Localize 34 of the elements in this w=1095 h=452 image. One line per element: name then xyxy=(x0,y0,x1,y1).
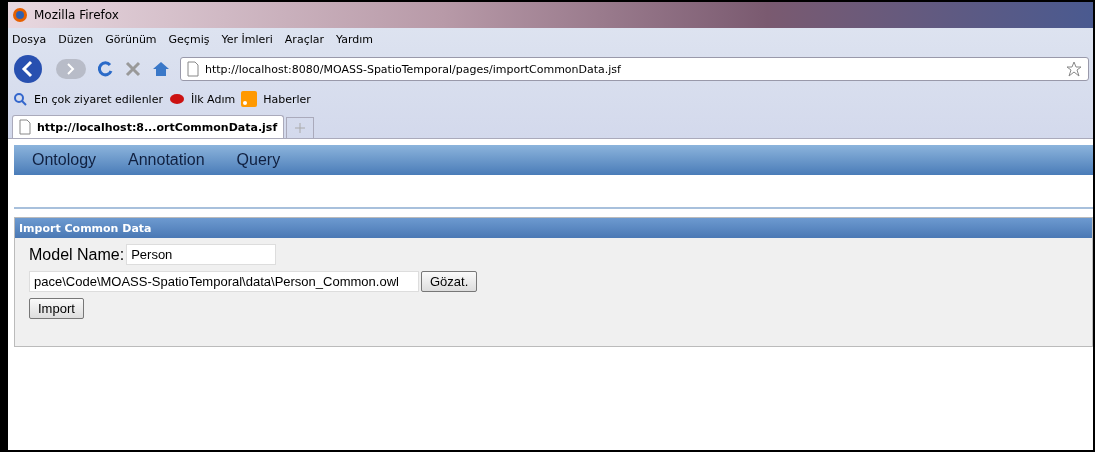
star-icon xyxy=(1066,61,1082,77)
import-button[interactable]: Import xyxy=(29,298,84,319)
plus-icon xyxy=(295,123,306,133)
menu-item[interactable]: Geçmiş xyxy=(168,32,210,46)
file-path-field[interactable]: pace\Code\MOASS-SpatioTemporal\data\Person_Common.owl xyxy=(29,271,419,292)
menu-item[interactable]: Araçlar xyxy=(284,32,324,46)
window-title: Mozilla Firefox xyxy=(34,8,119,22)
new-tab-button[interactable] xyxy=(286,117,315,138)
menu-item[interactable]: Yardım xyxy=(336,32,374,46)
browse-button[interactable]: Gözat. xyxy=(421,271,478,292)
nav-link[interactable]: Annotation xyxy=(128,151,205,169)
menu-item[interactable]: Görünüm xyxy=(105,32,157,46)
feed-icon xyxy=(241,91,258,107)
browser-tab[interactable]: http://localhost:8...ortCommonData.jsf xyxy=(12,115,285,138)
page-icon xyxy=(187,61,199,77)
panel-title: Import Common Data xyxy=(15,218,1092,238)
bookmark-link[interactable]: Haberler xyxy=(263,92,311,106)
nav-link[interactable]: Ontology xyxy=(32,151,97,169)
home-icon xyxy=(152,60,170,78)
reload-icon xyxy=(96,60,114,78)
model-name-field[interactable]: Person xyxy=(126,244,277,265)
field-label: Model Name: xyxy=(29,245,125,264)
bookmark-link[interactable]: En çok ziyaret edilenler xyxy=(34,92,163,106)
forward-icon xyxy=(56,59,86,79)
close-icon xyxy=(124,60,142,78)
menu-item[interactable]: Yer İmleri xyxy=(221,32,273,46)
address-field[interactable]: http://localhost:8080/MOASS-SpatioTemporal/pages/importCommonData.jsf xyxy=(180,57,1089,81)
page-icon xyxy=(19,119,31,135)
nav-link[interactable]: Query xyxy=(236,151,281,169)
bookmark-link[interactable]: İlk Adım xyxy=(190,92,236,106)
search-icon xyxy=(12,91,28,107)
menu-item[interactable]: Düzen xyxy=(58,32,94,46)
browser-logo-icon xyxy=(12,7,28,23)
menu-item[interactable]: Dosya xyxy=(12,32,47,46)
